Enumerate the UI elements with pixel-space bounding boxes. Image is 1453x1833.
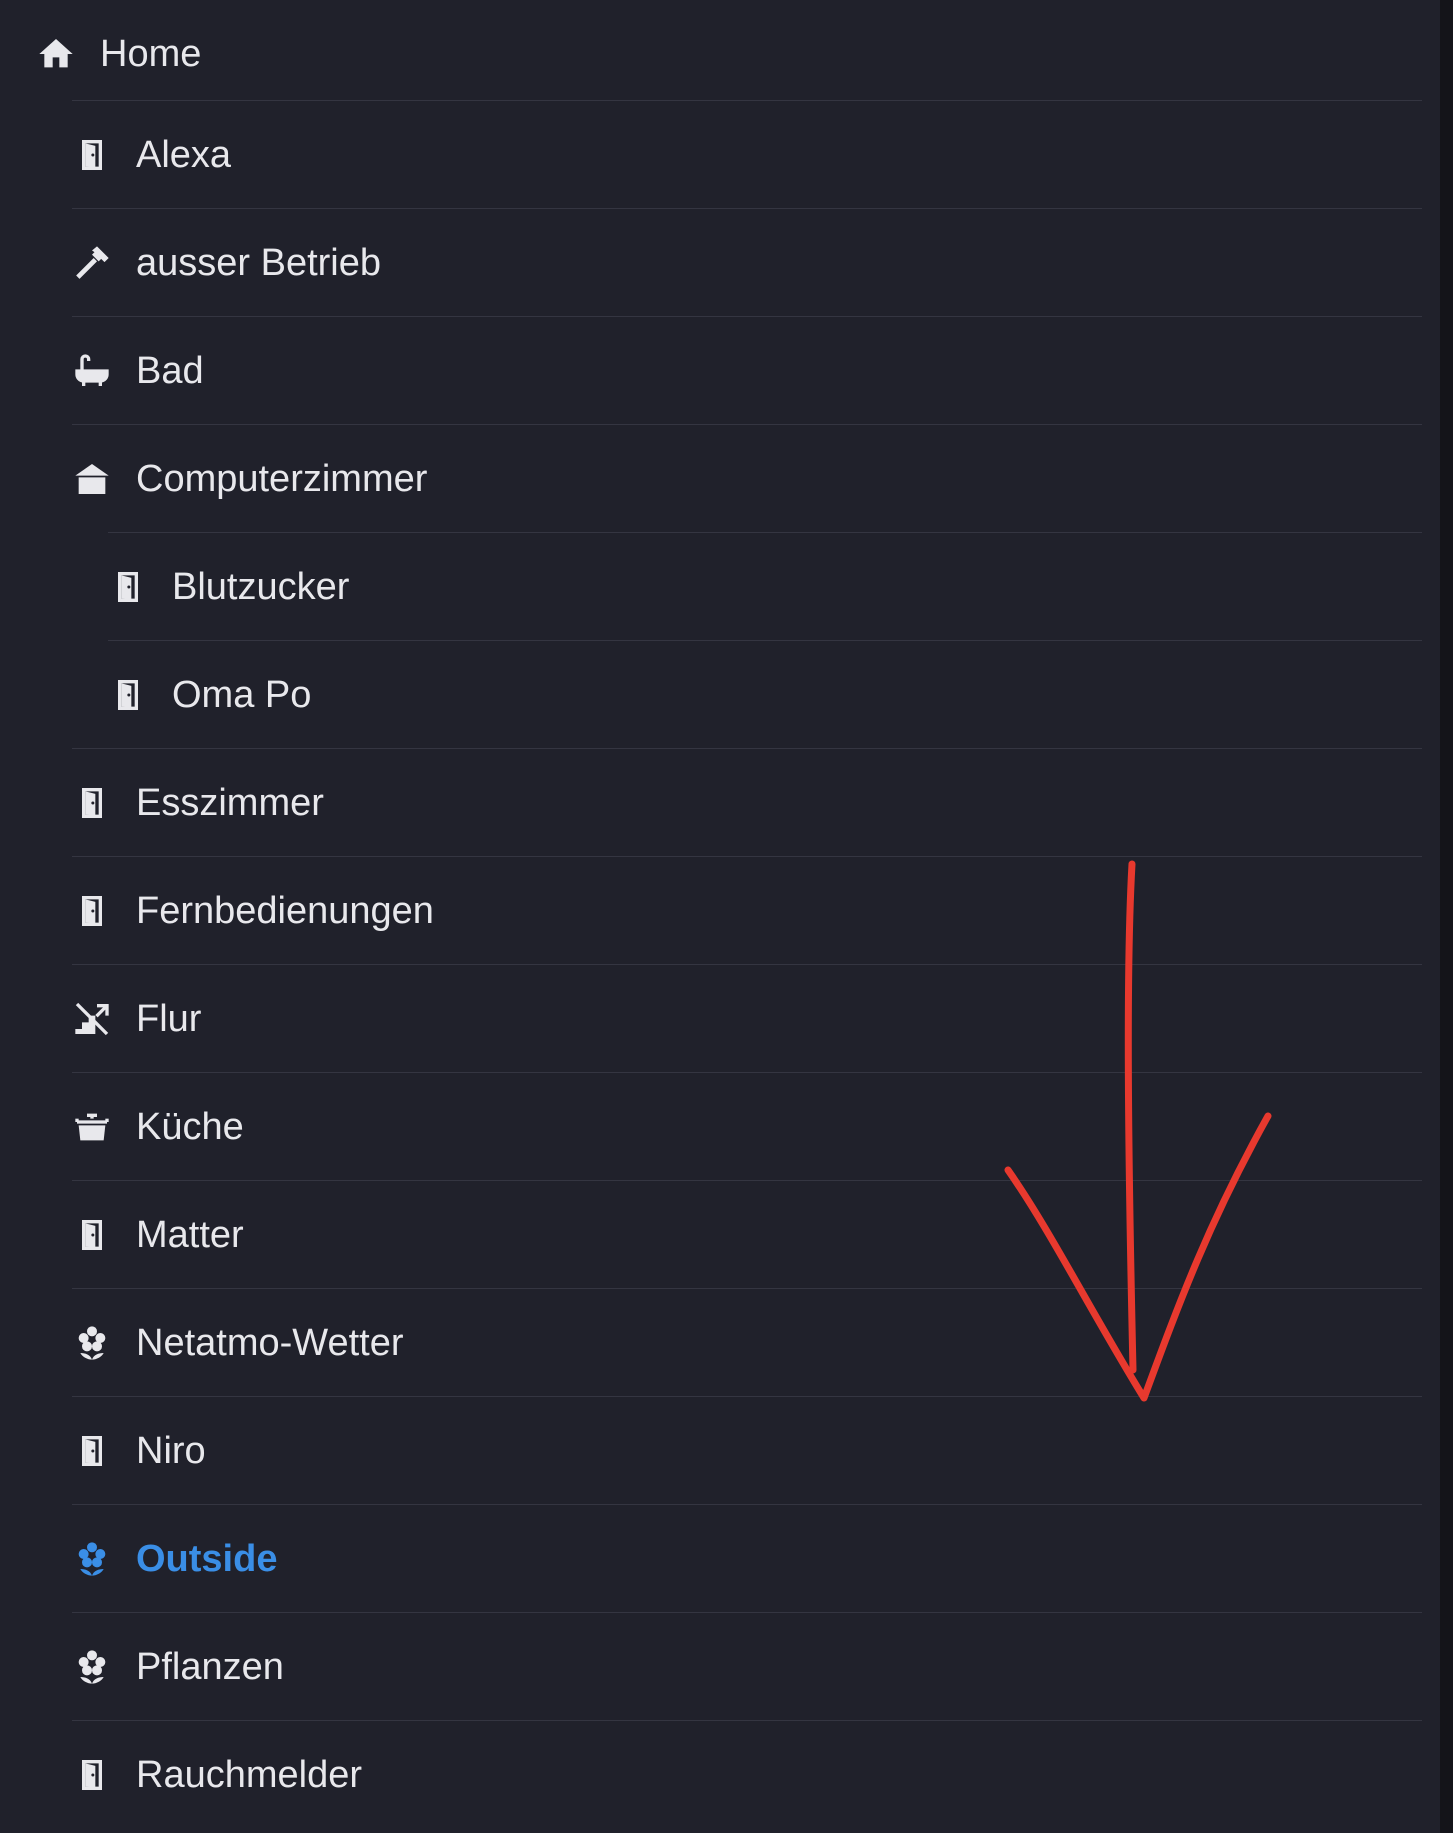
bathtub-icon (72, 351, 112, 391)
nav-item-matter[interactable]: Matter (72, 1180, 1422, 1289)
nav-item-label: ausser Betrieb (136, 241, 382, 284)
nav-item-label: Matter (136, 1213, 244, 1256)
nav-item-kueche[interactable]: Küche (72, 1072, 1422, 1181)
nav-item-label: Flur (136, 997, 202, 1040)
nav-item-label: Netatmo-Wetter (136, 1321, 404, 1364)
nav-item-netatmo-wetter[interactable]: Netatmo-Wetter (72, 1288, 1422, 1397)
door-icon (72, 891, 112, 931)
nav-item-outside[interactable]: Outside (72, 1504, 1422, 1613)
nav-item-label: Bad (136, 349, 204, 392)
door-icon (72, 1755, 112, 1795)
nav-item-label: Esszimmer (136, 781, 324, 824)
nav-item-niro[interactable]: Niro (72, 1396, 1422, 1505)
nav-item-oma-po[interactable]: Oma Po (108, 640, 1422, 749)
nav-item-label: Pflanzen (136, 1645, 284, 1688)
door-icon (72, 783, 112, 823)
hammer-icon (72, 243, 112, 283)
flower-icon (72, 1539, 112, 1579)
nav-item-label: Home (100, 32, 202, 75)
nav-item-label: Niro (136, 1429, 206, 1472)
door-icon (72, 1431, 112, 1471)
nav-item-bad[interactable]: Bad (72, 316, 1422, 425)
stairs-icon (72, 999, 112, 1039)
door-icon (72, 135, 112, 175)
flower-icon (72, 1323, 112, 1363)
nav-item-label: Outside (136, 1537, 278, 1580)
nav-item-pflanzen[interactable]: Pflanzen (72, 1612, 1422, 1721)
flower-icon (72, 1647, 112, 1687)
nav-item-esszimmer[interactable]: Esszimmer (72, 748, 1422, 857)
nav-item-label: Alexa (136, 133, 232, 176)
pot-icon (72, 1107, 112, 1147)
nav-item-label: Küche (136, 1105, 244, 1148)
door-icon (108, 675, 148, 715)
nav-item-fernbedienungen[interactable]: Fernbedienungen (72, 856, 1422, 965)
nav-item-rauchmelder[interactable]: Rauchmelder (72, 1720, 1422, 1829)
nav-item-computerzimmer[interactable]: Computerzimmer (72, 424, 1422, 533)
nav-item-label: Rauchmelder (136, 1753, 362, 1796)
home-icon (36, 34, 76, 74)
door-icon (108, 567, 148, 607)
nav-item-alexa[interactable]: Alexa (72, 100, 1422, 209)
room-icon (72, 459, 112, 499)
door-icon (72, 1215, 112, 1255)
nav-item-home[interactable]: Home (36, 0, 1422, 108)
nav-item-label: Computerzimmer (136, 457, 428, 500)
nav-item-blutzucker[interactable]: Blutzucker (108, 532, 1422, 641)
nav-item-label: Oma Po (172, 673, 312, 716)
nav-item-label: Fernbedienungen (136, 889, 434, 932)
nav-item-label: Blutzucker (172, 565, 350, 608)
nav-item-flur[interactable]: Flur (72, 964, 1422, 1073)
area-navigation-panel: Home Alexa ausser Betrieb Bad Computerzi… (0, 0, 1440, 1833)
nav-item-ausser-betrieb[interactable]: ausser Betrieb (72, 208, 1422, 317)
